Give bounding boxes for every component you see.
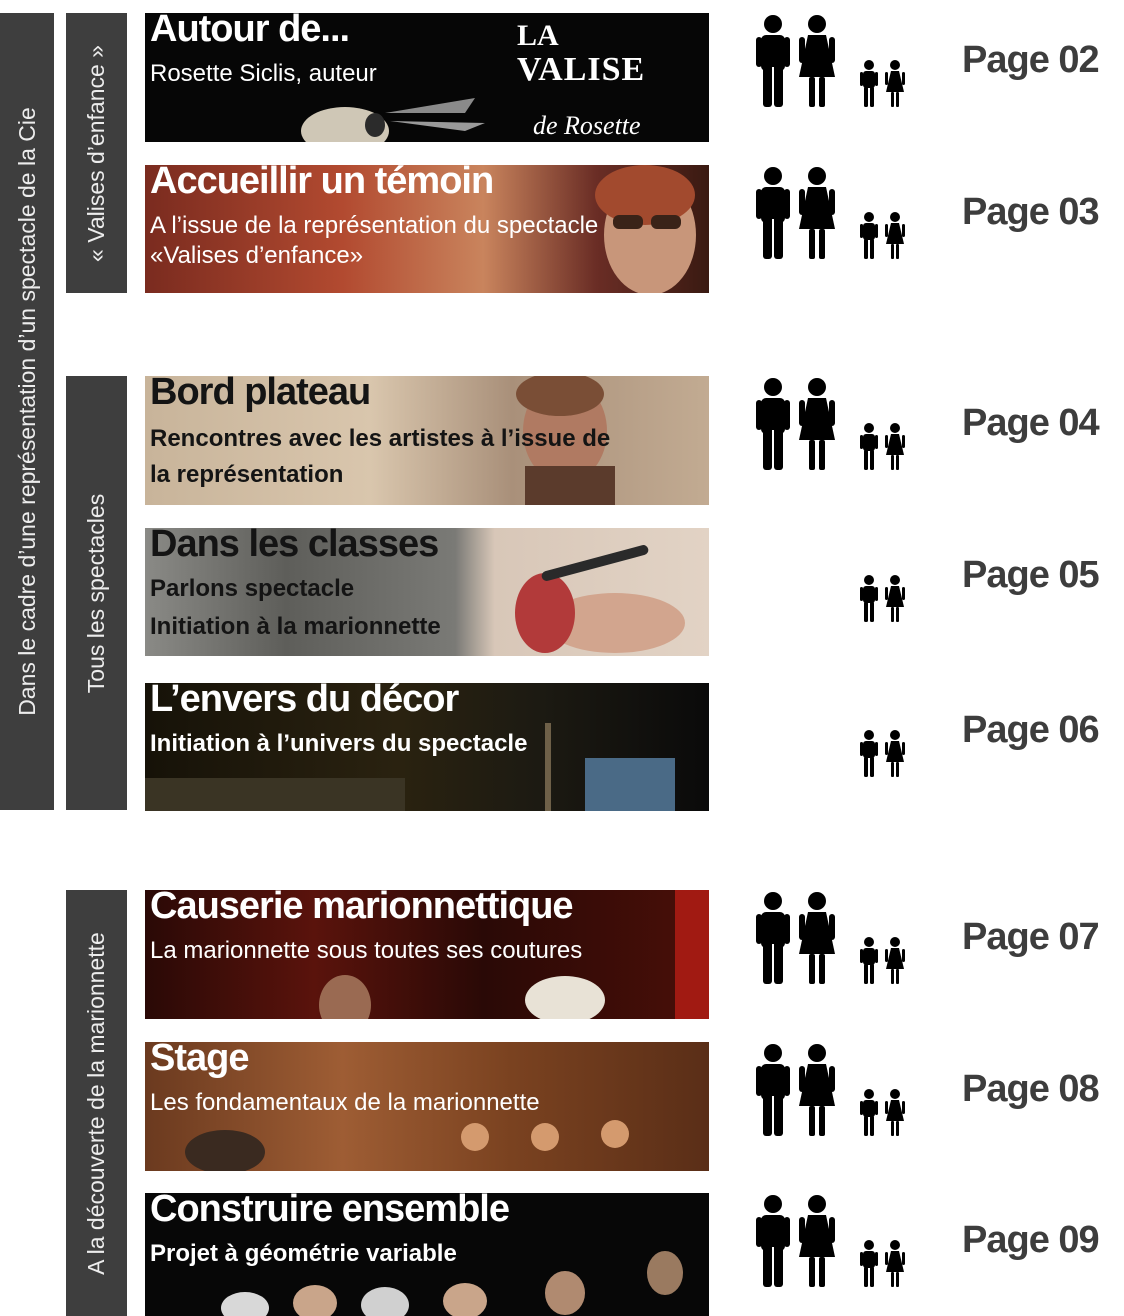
card-subtitle-line1: A l’issue de la représentation du specta… (150, 212, 599, 239)
page-label[interactable]: Page 08 (962, 1068, 1100, 1111)
card-title: Bord plateau (150, 376, 371, 413)
card-subtitle-line1: Parlons spectacle (150, 575, 355, 602)
card-title: Construire ensemble (150, 1193, 510, 1230)
children-icon (860, 1089, 905, 1136)
row-page-07[interactable]: Page 07 (750, 890, 1124, 990)
logo-rosette: de Rosette (533, 111, 641, 140)
card-bord-plateau[interactable]: Bord plateau Rencontres avec les artiste… (145, 376, 709, 505)
card-title: Dans les classes (150, 528, 439, 565)
adults-icon (756, 167, 835, 259)
card-subtitle-line2: «Valises d’enfance» (150, 242, 364, 269)
card-subtitle: Rosette Siclis, auteur (150, 60, 377, 87)
adults-icon (756, 378, 835, 470)
card-dans-les-classes[interactable]: Dans les classes Parlons spectacle Initi… (145, 528, 709, 656)
adults-icon (756, 1044, 835, 1136)
children-icon (860, 730, 905, 777)
page-label[interactable]: Page 07 (962, 916, 1100, 959)
logo-valise: VALISE (517, 51, 646, 88)
card-subtitle: Projet à géométrie variable (150, 1240, 457, 1267)
card-causerie[interactable]: Causerie marionnettique La marionnette s… (145, 890, 709, 1019)
card-subtitle-line2: la représentation (150, 461, 344, 488)
sidebar-valises: « Valises d’enfance » (66, 13, 127, 293)
page-label[interactable]: Page 03 (962, 191, 1100, 234)
adults-icon (756, 1195, 835, 1287)
row-page-04[interactable]: Page 04 (750, 376, 1124, 476)
children-icon (860, 1240, 905, 1287)
row-page-09[interactable]: Page 09 (750, 1193, 1124, 1293)
card-subtitle: La marionnette sous toutes ses coutures (150, 937, 583, 964)
sidebar-outer-label: Dans le cadre d’une représentation d’un … (13, 107, 40, 716)
sidebar-tous-label: Tous les spectacles (83, 493, 109, 693)
card-subtitle: Initiation à l’univers du spectacle (150, 730, 528, 757)
adults-icon (756, 892, 835, 984)
row-page-06[interactable]: Page 06 (750, 683, 1124, 783)
children-icon (860, 575, 905, 622)
children-icon (860, 937, 905, 984)
children-icon (860, 212, 905, 259)
adults-icon (756, 15, 835, 107)
card-subtitle-line1: Rencontres avec les artistes à l’issue d… (150, 425, 611, 452)
row-page-05[interactable]: Page 05 (750, 528, 1124, 628)
card-title: Causerie marionnettique (150, 890, 574, 927)
card-subtitle: Les fondamentaux de la marionnette (150, 1089, 540, 1116)
card-autour-de[interactable]: Autour de... Rosette Siclis, auteur LA V… (145, 13, 709, 142)
row-page-02[interactable]: Page 02 (750, 13, 1124, 113)
sidebar-decouverte-label: A la découverte de la marionnette (83, 931, 110, 1275)
sidebar-decouverte: A la découverte de la marionnette (66, 890, 127, 1316)
card-accueillir-temoin[interactable]: Accueillir un témoin A l’issue de la rep… (145, 165, 709, 293)
card-subtitle-line2: Initiation à la marionnette (150, 613, 441, 640)
row-page-08[interactable]: Page 08 (750, 1042, 1124, 1142)
page-label[interactable]: Page 04 (962, 402, 1100, 445)
sidebar-tous: Tous les spectacles (66, 376, 127, 810)
page-label[interactable]: Page 02 (962, 39, 1100, 82)
card-title: Accueillir un témoin (150, 165, 494, 202)
children-icon (860, 60, 905, 107)
card-stage[interactable]: Stage Les fondamentaux de la marionnette (145, 1042, 709, 1171)
sidebar-valises-label: « Valises d’enfance » (83, 44, 110, 262)
page-label[interactable]: Page 05 (962, 554, 1100, 597)
card-title: Autour de... (150, 13, 350, 50)
children-icon (860, 423, 905, 470)
page-label[interactable]: Page 09 (962, 1219, 1100, 1262)
sidebar-outer: Dans le cadre d’une représentation d’un … (0, 13, 54, 810)
page-label[interactable]: Page 06 (962, 709, 1100, 752)
card-construire-ensemble[interactable]: Construire ensemble Projet à géométrie v… (145, 1193, 709, 1316)
card-envers-du-decor[interactable]: L’envers du décor Initiation à l’univers… (145, 683, 709, 811)
card-title: L’envers du décor (150, 683, 459, 720)
row-page-03[interactable]: Page 03 (750, 165, 1124, 265)
logo-la: LA (517, 19, 559, 52)
card-title: Stage (150, 1042, 249, 1079)
